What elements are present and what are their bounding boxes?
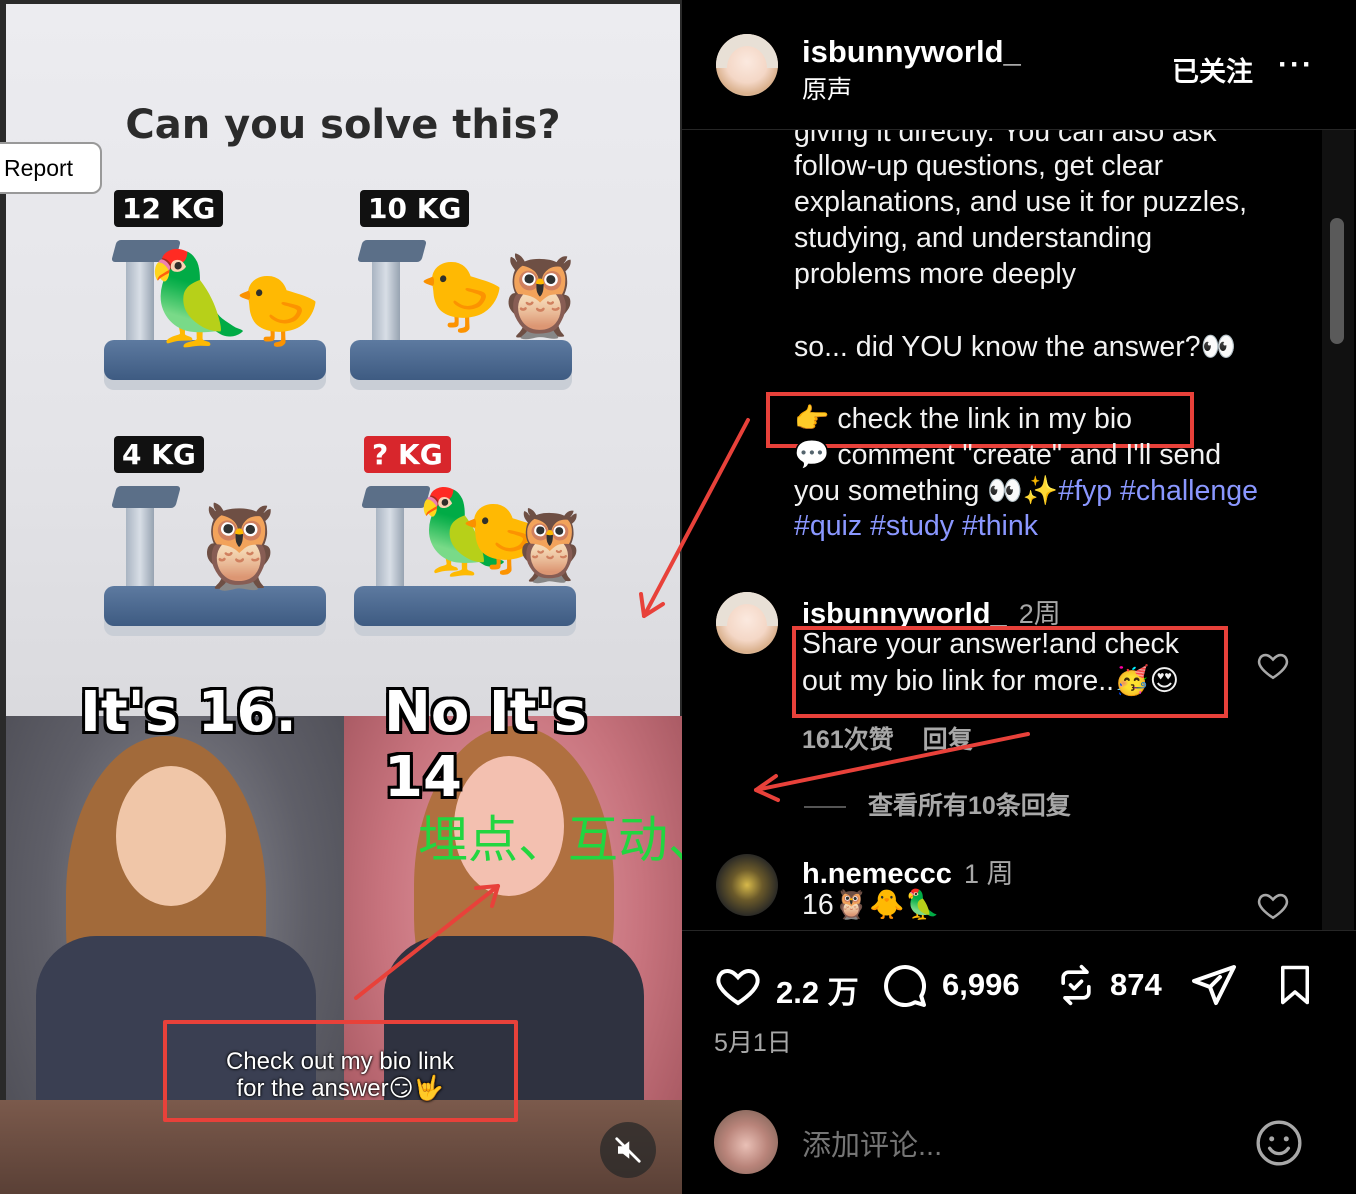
mute-button[interactable] [600, 1122, 656, 1178]
comment-bubble-icon[interactable] [880, 961, 928, 1009]
share-send-icon[interactable] [1190, 961, 1238, 1009]
overlay-text-left: It's 16. [80, 680, 297, 745]
comments-count[interactable]: 6,996 [942, 967, 1020, 1003]
annotation-label: 埋点、互动、引导 [418, 811, 682, 869]
caption-line: 💬 comment "create" and I'll send [794, 439, 1222, 471]
view-replies-link[interactable]: 查看所有10条回复 [804, 786, 1071, 822]
caption-text: you something 👀✨ [794, 475, 1059, 507]
hashtag-link[interactable]: #fyp #challenge [1058, 475, 1258, 507]
avatar[interactable] [716, 34, 778, 96]
caption-highlight-box [163, 1020, 518, 1122]
current-user-avatar [714, 1110, 778, 1174]
avatar[interactable] [716, 592, 778, 654]
puzzle-title: Can you solve this? [125, 102, 561, 148]
reply-button[interactable]: 回复 [923, 726, 973, 754]
comment-username-link[interactable]: h.nemeccc [802, 858, 952, 890]
comment-text: 16🦉🐥🦜 [802, 889, 941, 921]
overlay-text-right: No It's 14 [384, 680, 587, 810]
comment-username: h.nemeccc 1 周 [802, 852, 1014, 891]
comment-meta: 161次赞 回复 [802, 720, 973, 756]
comments-scroll-area[interactable]: giving it directly. You can also ask fol… [682, 130, 1322, 930]
report-button[interactable]: Report [0, 142, 102, 194]
scale-1: 12 KG 🦜 🐤 [96, 190, 336, 420]
scale-2: 10 KG 🐤 🦉 [342, 190, 590, 420]
caption-line: you something 👀✨#fyp #challenge [794, 474, 1258, 508]
comment-highlight-box [792, 626, 1228, 718]
comment-likes[interactable]: 161次赞 [802, 726, 894, 754]
puzzle-image: Can you solve this? 12 KG 🦜 🐤 10 KG 🐤 🦉 … [6, 4, 680, 716]
post-media[interactable]: Can you solve this? 12 KG 🦜 🐤 10 KG 🐤 🦉 … [0, 0, 682, 1194]
comment-time: 1 周 [963, 859, 1014, 889]
reposts-count[interactable]: 874 [1110, 967, 1162, 1003]
likes-count[interactable]: 2.2 万 [776, 967, 859, 1012]
scale-3: 4 KG 🦉 [96, 436, 336, 666]
follow-button[interactable]: 已关注 [1172, 50, 1253, 89]
action-bar: 2.2 万 6,996 874 5月1日 [682, 930, 1356, 1080]
owl-icon: 🦉 [506, 506, 594, 584]
comment-time: 2周 [1018, 599, 1061, 629]
comment-input[interactable] [802, 1126, 1202, 1166]
audio-label[interactable]: 原声 [802, 70, 852, 106]
hashtag-link[interactable]: #quiz #study #think [794, 510, 1038, 543]
avatar[interactable] [716, 854, 778, 916]
caption-line: studying, and understanding [794, 222, 1153, 254]
comment-like-icon[interactable] [1256, 648, 1290, 682]
scale-4: ? KG 🦜 🐤 🦉 [346, 436, 593, 666]
scale-tag: ? KG [364, 436, 451, 473]
comment-like-icon[interactable] [1256, 888, 1290, 922]
post-date: 5月1日 [714, 1029, 792, 1057]
scale-tag: 12 KG [114, 190, 224, 227]
caption-line: follow-up questions, get clear [794, 150, 1164, 182]
like-heart-icon[interactable] [714, 961, 762, 1009]
owl-icon: 🦉 [490, 251, 590, 340]
post-panel: isbunnyworld_ 原声 已关注 ··· giving it direc… [682, 0, 1356, 1194]
emoji-icon[interactable] [1254, 1118, 1304, 1168]
view-replies-label: 查看所有10条回复 [868, 792, 1071, 820]
more-options-button[interactable]: ··· [1278, 48, 1314, 82]
post-header: isbunnyworld_ 原声 已关注 ··· [682, 0, 1356, 130]
muted-speaker-icon [615, 1137, 641, 1163]
caption-line: problems more deeply [794, 258, 1076, 290]
scrollbar-thumb[interactable] [1330, 218, 1344, 344]
comment-bar [682, 1090, 1356, 1194]
header-username[interactable]: isbunnyworld_ [802, 34, 1021, 70]
owl-icon: 🦉 [188, 501, 291, 592]
bookmark-icon[interactable] [1274, 961, 1316, 1009]
caption-line: so... did YOU know the answer?👀 [794, 331, 1237, 363]
repost-icon[interactable] [1054, 961, 1098, 1009]
caption-line: explanations, and use it for puzzles, [794, 186, 1248, 218]
duckling-icon: 🐤 [234, 270, 322, 348]
scale-tag: 4 KG [114, 436, 204, 473]
scale-tag: 10 KG [360, 190, 470, 227]
caption-line: giving it directly. You can also ask [794, 130, 1217, 148]
